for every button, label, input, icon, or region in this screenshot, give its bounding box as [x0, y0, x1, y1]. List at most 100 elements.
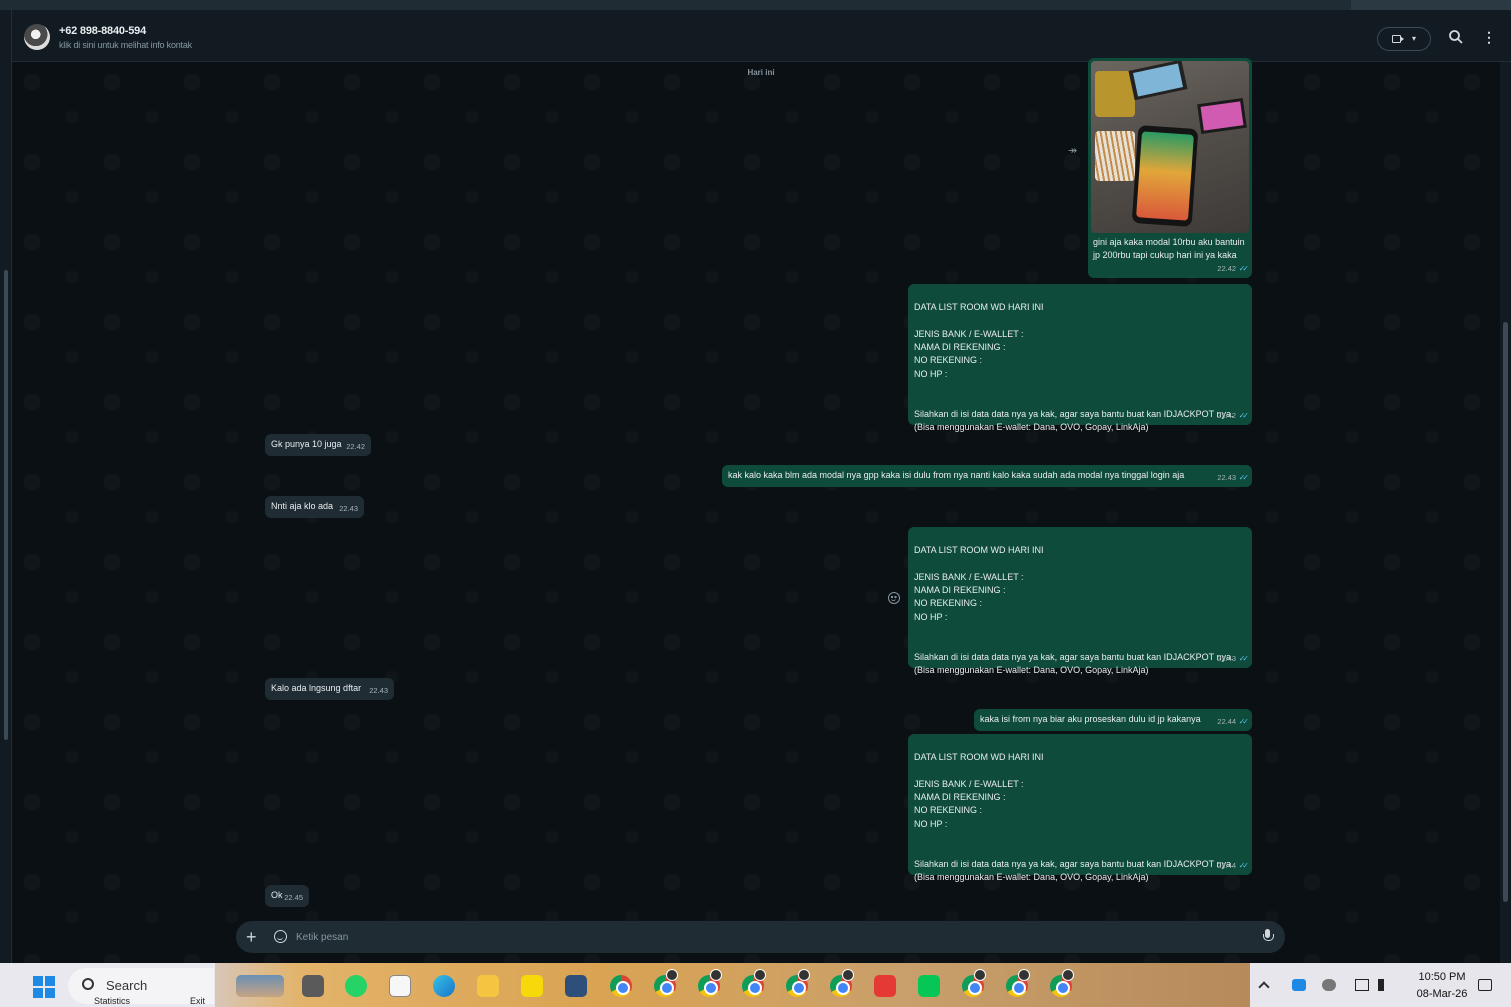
chrome-icon[interactable] — [610, 975, 632, 997]
windows-start-icon[interactable] — [33, 976, 55, 998]
emoji-reaction-icon[interactable] — [888, 592, 900, 604]
message-meta: 22.45 — [284, 891, 303, 904]
message-text: DATA LIST ROOM WD HARI INI JENIS BANK / … — [914, 752, 1234, 882]
contact-info-hint[interactable]: klik di sini untuk melihat info kontak — [59, 40, 192, 50]
message-in[interactable]: Gk punya 10 juga 22.42 — [265, 434, 371, 456]
edge-icon[interactable] — [433, 975, 455, 997]
message-in[interactable]: Ok 22.45 — [265, 885, 309, 907]
message-text: Kalo ada lngsung dftar — [271, 683, 362, 693]
message-meta: 22.43 — [339, 502, 358, 515]
chrome-profile-icon[interactable] — [786, 969, 810, 997]
whatsapp-icon[interactable] — [345, 975, 367, 997]
task-view-icon[interactable] — [302, 975, 324, 997]
profile-badge-icon — [666, 969, 678, 981]
photo-phone — [1128, 61, 1188, 101]
left-panel-edge — [0, 10, 12, 963]
message-out[interactable]: kaka isi from nya biar aku proseskan dul… — [974, 709, 1252, 731]
chat-header[interactable]: +62 898-8840-594 klik di sini untuk meli… — [12, 10, 1511, 62]
taskbar-search-label: Search — [106, 978, 148, 993]
tray-chevron-up-icon[interactable] — [1258, 981, 1270, 993]
message-in[interactable]: Kalo ada lngsung dftar 22.43 — [265, 678, 394, 700]
menu-icon[interactable]: ⋮ — [1482, 29, 1496, 45]
chrome-profile-icon[interactable] — [1050, 969, 1074, 997]
message-time: 22.42 — [346, 441, 365, 451]
chrome-profile-icon[interactable] — [830, 969, 854, 997]
message-meta: 22.42 ✓✓ — [1217, 262, 1250, 275]
message-time: 22.43 — [339, 503, 358, 513]
message-meta: 22.42 — [346, 440, 365, 453]
message-composer: + — [236, 921, 1285, 953]
profile-badge-icon — [754, 969, 766, 981]
message-text: kak kalo kaka blm ada modal nya gpp kaka… — [728, 470, 1185, 480]
microphone-icon[interactable] — [1263, 929, 1274, 943]
read-ticks-icon: ✓✓ — [1238, 263, 1250, 273]
attach-plus-icon[interactable]: + — [246, 926, 257, 948]
network-icon[interactable] — [1355, 979, 1369, 991]
left-scrollbar[interactable] — [4, 270, 8, 740]
profile-badge-icon — [842, 969, 854, 981]
taskbar-widget-label: Statistics — [94, 996, 131, 1006]
onedrive-sync-icon[interactable] — [1292, 979, 1306, 991]
cloud-icon[interactable] — [1322, 979, 1336, 991]
message-caption: gini aja kaka modal 10rbu aku bantuin jp… — [1093, 237, 1245, 261]
scrollbar-thumb[interactable] — [1503, 322, 1508, 902]
message-time: 22.44 — [1217, 716, 1237, 726]
taskbar-search-box[interactable]: Search Statistics Exit — [68, 968, 214, 1006]
windows-taskbar: Search Statistics Exit 10:50 PM 08-Mar-2… — [0, 963, 1511, 1007]
message-text: Gk punya 10 juga — [271, 439, 342, 449]
message-time: 22.45 — [284, 892, 303, 902]
volume-icon[interactable] — [1378, 979, 1388, 991]
emoji-sticker-icon[interactable] — [274, 930, 287, 943]
window-controls-area — [1351, 0, 1511, 10]
message-list[interactable]: Hari ini ↠ gini aja kaka modal 10rbu aku… — [12, 58, 1500, 963]
message-time: 22.44 — [1217, 860, 1237, 870]
notepad-icon[interactable] — [389, 975, 411, 997]
message-out[interactable]: DATA LIST ROOM WD HARI INI JENIS BANK / … — [908, 284, 1252, 432]
clock-time[interactable]: 10:50 PM — [1410, 971, 1474, 983]
message-input[interactable] — [296, 929, 1196, 945]
message-meta: 22.43 — [369, 684, 388, 697]
whatsapp-window: +62 898-8840-594 klik di sini untuk meli… — [0, 0, 1511, 963]
wps-office-icon[interactable] — [874, 975, 896, 997]
profile-badge-icon — [798, 969, 810, 981]
contact-avatar[interactable] — [24, 24, 50, 50]
line-app-icon[interactable] — [918, 975, 940, 997]
video-call-button[interactable]: ▾ — [1377, 27, 1431, 51]
message-meta: 22.43 ✓✓ — [1217, 471, 1250, 484]
file-explorer-icon[interactable] — [477, 975, 499, 997]
chrome-profile-icon[interactable] — [698, 969, 722, 997]
profile-badge-icon — [1062, 969, 1074, 981]
clock-date[interactable]: 08-Mar-26 — [1410, 988, 1474, 1000]
message-out[interactable]: kak kalo kaka blm ada modal nya gpp kaka… — [722, 465, 1252, 487]
message-photo[interactable] — [1091, 61, 1249, 233]
message-out[interactable]: DATA LIST ROOM WD HARI INI JENIS BANK / … — [908, 734, 1252, 882]
store-icon[interactable] — [565, 975, 587, 997]
read-ticks-icon: ✓✓ — [1238, 860, 1250, 870]
chrome-profile-icon[interactable] — [654, 969, 678, 997]
browser-top-strip — [0, 0, 1511, 10]
video-call-icon — [1392, 35, 1404, 43]
chrome-profile-icon[interactable] — [962, 969, 986, 997]
message-out[interactable]: DATA LIST ROOM WD HARI INI JENIS BANK / … — [908, 527, 1252, 675]
widgets-weather-icon[interactable] — [236, 975, 284, 997]
read-ticks-icon: ✓✓ — [1238, 716, 1250, 726]
photo-phone — [1131, 125, 1199, 227]
chat-scrollbar[interactable] — [1500, 62, 1511, 963]
message-text: DATA LIST ROOM WD HARI INI JENIS BANK / … — [914, 302, 1234, 432]
photo-phone — [1197, 97, 1247, 135]
forward-icon[interactable]: ↠ — [1068, 144, 1077, 157]
sticky-notes-icon[interactable] — [521, 975, 543, 997]
message-out-image[interactable]: gini aja kaka modal 10rbu aku bantuin jp… — [1088, 58, 1252, 278]
notification-icon[interactable] — [1478, 979, 1492, 991]
chrome-profile-icon[interactable] — [742, 969, 766, 997]
contact-name[interactable]: +62 898-8840-594 — [59, 25, 146, 37]
read-ticks-icon: ✓✓ — [1238, 472, 1250, 482]
message-meta: 22.42 ✓✓ — [1217, 409, 1249, 422]
profile-badge-icon — [974, 969, 986, 981]
chrome-profile-icon[interactable] — [1006, 969, 1030, 997]
message-text: Ok — [271, 890, 283, 900]
message-in[interactable]: Nnti aja klo ada 22.43 — [265, 496, 364, 518]
message-time: 22.43 — [1217, 653, 1237, 663]
search-icon[interactable] — [1448, 29, 1464, 45]
message-meta: 22.44 ✓✓ — [1217, 859, 1250, 872]
